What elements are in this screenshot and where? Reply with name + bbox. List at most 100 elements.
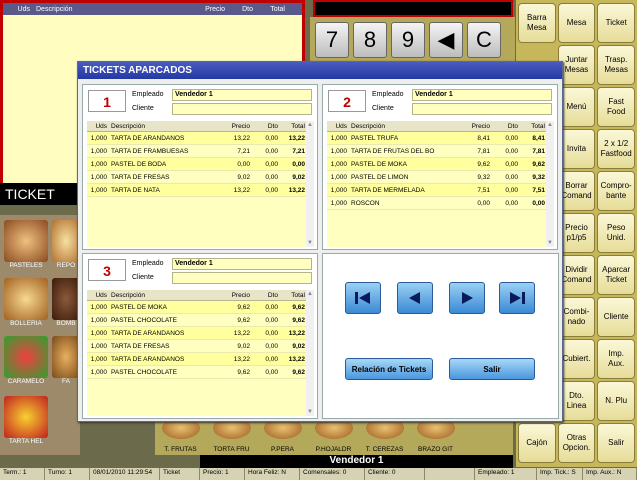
- line-price: 9,62: [237, 317, 250, 324]
- line-dto: 0,00: [505, 148, 518, 155]
- table-row: 1,000 PASTEL DE BODA 0,00 0,00 0,00: [87, 158, 307, 171]
- col-desc: Descripción: [351, 123, 385, 130]
- function-button[interactable]: Fast Food: [597, 87, 635, 127]
- category-fa[interactable]: FA: [52, 336, 80, 391]
- numpad: 7 8 9 ◀ C: [310, 17, 515, 65]
- function-button[interactable]: Juntar Mesas: [557, 45, 596, 85]
- table-row: 1,000 ROSCON 0,00 0,00 0,00: [327, 197, 547, 210]
- category-pasteles[interactable]: PASTELES: [2, 220, 50, 275]
- function-button[interactable]: Cubiert.: [557, 339, 596, 379]
- function-button[interactable]: Borrar Comand: [557, 171, 596, 211]
- ticket-number: 2: [328, 90, 366, 112]
- function-button[interactable]: Ticket: [597, 3, 635, 43]
- function-button[interactable]: Aparcar Ticket: [597, 255, 635, 295]
- function-button[interactable]: Dto. Linea: [557, 381, 596, 421]
- col-total: Total: [531, 123, 545, 130]
- vendor-bar: Vendedor 1: [200, 455, 513, 468]
- function-button[interactable]: Menú: [557, 87, 596, 127]
- scroll-down-icon[interactable]: ▼: [306, 408, 314, 416]
- line-price: 0,00: [477, 200, 490, 207]
- ticket-scrollbar[interactable]: ▲ ▼: [306, 121, 314, 247]
- numpad-backspace-key[interactable]: ◀: [429, 22, 463, 58]
- ticket-table-header: Uds Descripción Precio Dto Total: [327, 121, 547, 132]
- next-ticket-button[interactable]: [449, 282, 485, 314]
- parked-ticket-2[interactable]: 2 Empleado Vendedor 1 Cliente Uds Descri…: [322, 84, 558, 250]
- function-button[interactable]: Cajón: [518, 423, 556, 463]
- line-price: 13,22: [233, 330, 250, 337]
- function-button[interactable]: Trasp. Mesas: [597, 45, 635, 85]
- category-label: TARTA HEL: [8, 438, 44, 445]
- function-button[interactable]: Precio p1/p5: [557, 213, 596, 253]
- numpad-key-7[interactable]: 7: [315, 22, 349, 58]
- dialog-title: TICKETS APARCADOS: [78, 62, 562, 79]
- function-button[interactable]: Salir: [597, 423, 635, 463]
- line-desc: TARTA DE FRESAS: [111, 174, 170, 181]
- category-repo[interactable]: REPO: [52, 220, 80, 275]
- ticket-scrollbar[interactable]: ▲ ▼: [306, 290, 314, 416]
- function-button[interactable]: Invita: [557, 129, 596, 169]
- table-row: 1,000 PASTEL DE MOKA 9,62 0,00 9,62: [327, 158, 547, 171]
- function-button[interactable]: Dividir Comand: [557, 255, 596, 295]
- parked-ticket-3[interactable]: 3 Empleado Vendedor 1 Cliente Uds Descri…: [82, 253, 318, 419]
- category-caramelo[interactable]: CARAMELO: [2, 336, 50, 391]
- col-price: Precio: [471, 123, 490, 130]
- line-desc: TARTA DE ARANDANOS: [111, 330, 185, 337]
- line-total: 9,62: [532, 161, 545, 168]
- line-dto: 0,00: [265, 304, 278, 311]
- line-dto: 0,00: [265, 161, 278, 168]
- scroll-up-icon[interactable]: ▲: [306, 121, 314, 129]
- line-uds: 1,000: [90, 174, 107, 181]
- category-bolleria[interactable]: BOLLERIA: [2, 278, 50, 333]
- scroll-down-icon[interactable]: ▼: [306, 239, 314, 247]
- parked-tickets-dialog: TICKETS APARCADOS 1 Empleado Vendedor 1 …: [77, 61, 563, 422]
- line-uds: 1,000: [90, 187, 107, 194]
- parked-ticket-1[interactable]: 1 Empleado Vendedor 1 Cliente Uds Descri…: [82, 84, 318, 250]
- function-button[interactable]: Compro- bante: [597, 171, 635, 211]
- function-button[interactable]: 2 x 1/2 Fastfood: [597, 129, 635, 169]
- scroll-up-icon[interactable]: ▲: [546, 121, 554, 129]
- ticket-scrollbar[interactable]: ▲ ▼: [546, 121, 554, 247]
- previous-ticket-button[interactable]: [397, 282, 433, 314]
- line-desc: PASTEL CHOCOLATE: [111, 317, 177, 324]
- category-tarta-hel[interactable]: TARTA HEL: [2, 396, 50, 451]
- ticket-list-button[interactable]: Relación de Tickets: [345, 358, 433, 380]
- product-label: P.PERA: [270, 446, 294, 453]
- line-total: 13,22: [288, 356, 305, 363]
- exit-button[interactable]: Salir: [449, 358, 535, 380]
- status-field: Ticket: [160, 468, 200, 480]
- line-total: 9,02: [292, 343, 305, 350]
- scroll-down-icon[interactable]: ▼: [546, 239, 554, 247]
- category-bomb[interactable]: BOMB: [52, 278, 80, 333]
- line-uds: 1,000: [330, 161, 347, 168]
- numpad-key-8[interactable]: 8: [353, 22, 387, 58]
- col-dto: Dto: [267, 292, 278, 299]
- function-button[interactable]: Barra Mesa: [518, 3, 556, 43]
- status-field: Cliente: 0: [365, 468, 425, 480]
- function-button[interactable]: Peso Unid.: [597, 213, 635, 253]
- product-label: BRAZO GIT: [417, 446, 454, 453]
- numpad-key-9[interactable]: 9: [391, 22, 425, 58]
- line-desc: TARTA DE FRESAS: [111, 343, 170, 350]
- navigation-panel: Relación de Tickets Salir: [322, 253, 559, 419]
- numpad-clear-key[interactable]: C: [467, 22, 501, 58]
- client-field: [172, 272, 312, 284]
- function-button[interactable]: Mesa: [557, 3, 596, 43]
- line-dto: 0,00: [265, 369, 278, 376]
- line-uds: 1,000: [90, 343, 107, 350]
- first-ticket-button[interactable]: [345, 282, 381, 314]
- line-price: 13,22: [233, 356, 250, 363]
- line-uds: 1,000: [330, 148, 347, 155]
- function-button[interactable]: Cliente: [597, 297, 635, 337]
- line-total: 9,02: [292, 174, 305, 181]
- line-uds: 1,000: [90, 317, 107, 324]
- line-total: 9,62: [292, 317, 305, 324]
- status-field: Imp. Aux.: N: [583, 468, 637, 480]
- scroll-up-icon[interactable]: ▲: [306, 290, 314, 298]
- last-ticket-button[interactable]: [499, 282, 535, 314]
- function-button[interactable]: Imp. Aux.: [597, 339, 635, 379]
- fa-image: [52, 336, 80, 378]
- function-button[interactable]: Otras Opcion.: [557, 423, 596, 463]
- function-button[interactable]: Combi- nado: [557, 297, 596, 337]
- function-button[interactable]: N. Plu: [597, 381, 635, 421]
- col-desc: Descripción: [111, 123, 145, 130]
